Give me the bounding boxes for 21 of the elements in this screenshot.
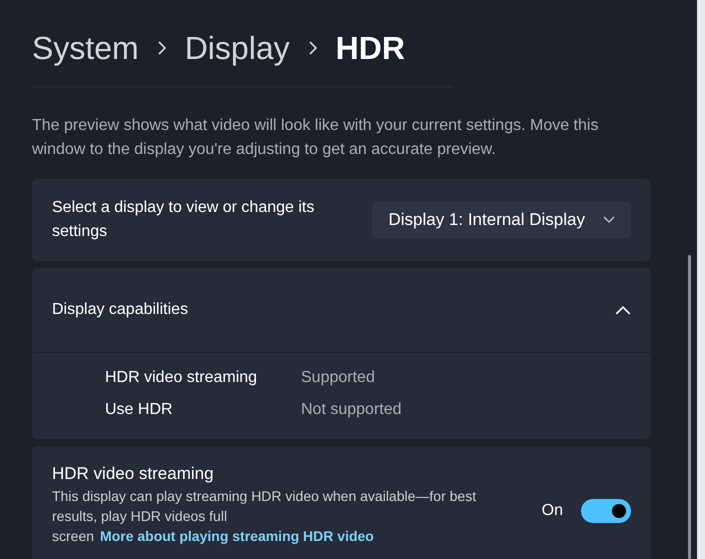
- breadcrumb-item: HDR: [336, 30, 405, 66]
- section-title: Display capabilities: [52, 300, 188, 320]
- capability-name: HDR video streaming: [105, 368, 258, 388]
- capability-name: Use HDR: [105, 400, 174, 420]
- chevron-right-icon: [308, 41, 318, 55]
- chevron-up-icon[interactable]: [615, 305, 631, 315]
- setting-description: This display can play streaming HDR video when available—for best results, play HDR videos full screen More about playing streaming HDR video: [52, 487, 478, 546]
- chevron-down-icon: [603, 216, 615, 224]
- help-link[interactable]: More about playing streaming HDR video: [100, 528, 374, 544]
- breadcrumb-item[interactable]: Display: [184, 30, 290, 66]
- setting-label: Select a display to view or change its settings: [52, 198, 316, 242]
- setting-title: HDR video streaming: [52, 463, 215, 485]
- chevron-right-icon: [156, 41, 167, 55]
- toggle-state: On: [542, 502, 563, 520]
- description: The preview shows what video will look like with your current settings. Move this window to the display you're adjusting to get an accurate preview.: [32, 116, 600, 160]
- breadcrumb-item[interactable]: System: [32, 30, 139, 66]
- display-dropdown[interactable]: Display 1: Internal Display: [372, 202, 631, 238]
- capability-value: Not supported: [301, 400, 403, 420]
- toggle-switch[interactable]: [581, 499, 631, 523]
- capability-value: Supported: [301, 368, 376, 388]
- scrollbar-thumb[interactable]: [688, 255, 691, 559]
